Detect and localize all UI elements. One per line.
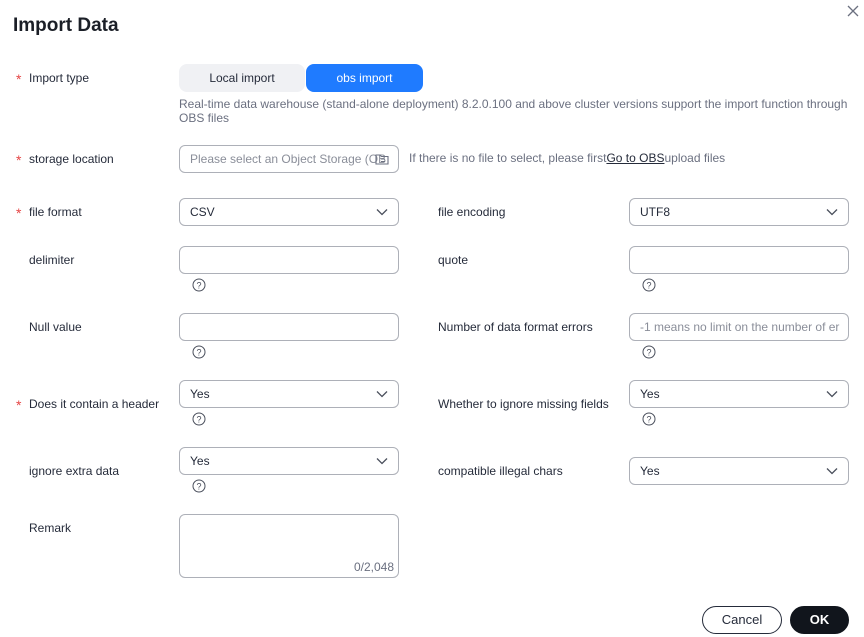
help-icon[interactable]: ? <box>192 345 206 359</box>
help-icon[interactable]: ? <box>192 278 206 292</box>
ok-button[interactable]: OK <box>790 606 849 634</box>
help-icon[interactable]: ? <box>642 412 656 426</box>
import-type-hint: Real-time data warehouse (stand-alone de… <box>179 97 848 125</box>
quote-input[interactable] <box>629 246 849 274</box>
delimiter-label: delimiter <box>29 253 75 267</box>
svg-text:?: ? <box>196 347 201 357</box>
chevron-down-icon <box>376 391 388 398</box>
illegal-chars-select[interactable]: Yes <box>629 457 849 485</box>
ignore-missing-label: Whether to ignore missing fields <box>438 397 609 411</box>
chevron-down-icon <box>826 209 838 216</box>
help-icon[interactable]: ? <box>192 479 206 493</box>
cancel-button[interactable]: Cancel <box>702 606 782 634</box>
go-to-obs-link[interactable]: Go to OBS <box>606 151 664 165</box>
header-label: * Does it contain a header <box>16 397 160 413</box>
format-errors-label: Number of data format errors <box>438 320 593 334</box>
remark-counter: 0/2,048 <box>353 560 394 574</box>
file-format-label: * file format <box>16 205 82 221</box>
ignore-extra-label: ignore extra data <box>29 464 120 478</box>
header-select[interactable]: Yes <box>179 380 399 408</box>
file-encoding-label: file encoding <box>438 205 506 219</box>
storage-location-input[interactable]: Please select an Object Storage (OB <box>179 145 399 173</box>
chevron-down-icon <box>376 458 388 465</box>
chevron-down-icon <box>826 468 838 475</box>
remark-textarea[interactable]: 0/2,048 <box>179 514 399 578</box>
required-mark: * <box>16 205 22 221</box>
null-value-label: Null value <box>29 320 82 334</box>
local-import-option[interactable]: Local import <box>179 64 305 92</box>
svg-text:?: ? <box>646 414 651 424</box>
format-errors-input[interactable]: -1 means no limit on the number of er <box>629 313 849 341</box>
help-icon[interactable]: ? <box>192 412 206 426</box>
close-icon[interactable] <box>846 4 860 18</box>
help-icon[interactable]: ? <box>642 345 656 359</box>
required-mark: * <box>16 71 22 87</box>
import-type-label: * Import type <box>16 71 90 87</box>
svg-text:?: ? <box>196 481 201 491</box>
ignore-missing-select[interactable]: Yes <box>629 380 849 408</box>
help-icon[interactable]: ? <box>642 278 656 292</box>
svg-text:?: ? <box>196 280 201 290</box>
svg-text:?: ? <box>646 347 651 357</box>
chevron-down-icon <box>826 391 838 398</box>
chevron-down-icon <box>376 209 388 216</box>
required-mark: * <box>16 397 22 413</box>
illegal-chars-label: compatible illegal chars <box>438 464 563 478</box>
storage-location-label: * storage location <box>16 152 114 168</box>
storage-location-note: If there is no file to select, please fi… <box>409 151 726 165</box>
obs-import-option[interactable]: obs import <box>306 64 423 92</box>
quote-label: quote <box>438 253 469 267</box>
svg-text:?: ? <box>196 414 201 424</box>
ignore-extra-select[interactable]: Yes <box>179 447 399 475</box>
folder-icon[interactable] <box>375 153 389 165</box>
file-encoding-select[interactable]: UTF8 <box>629 198 849 226</box>
remark-label: Remark <box>29 521 72 535</box>
file-format-select[interactable]: CSV <box>179 198 399 226</box>
svg-text:?: ? <box>646 280 651 290</box>
null-value-input[interactable] <box>179 313 399 341</box>
dialog-title: Import Data <box>13 15 119 36</box>
required-mark: * <box>16 152 22 168</box>
delimiter-input[interactable] <box>179 246 399 274</box>
